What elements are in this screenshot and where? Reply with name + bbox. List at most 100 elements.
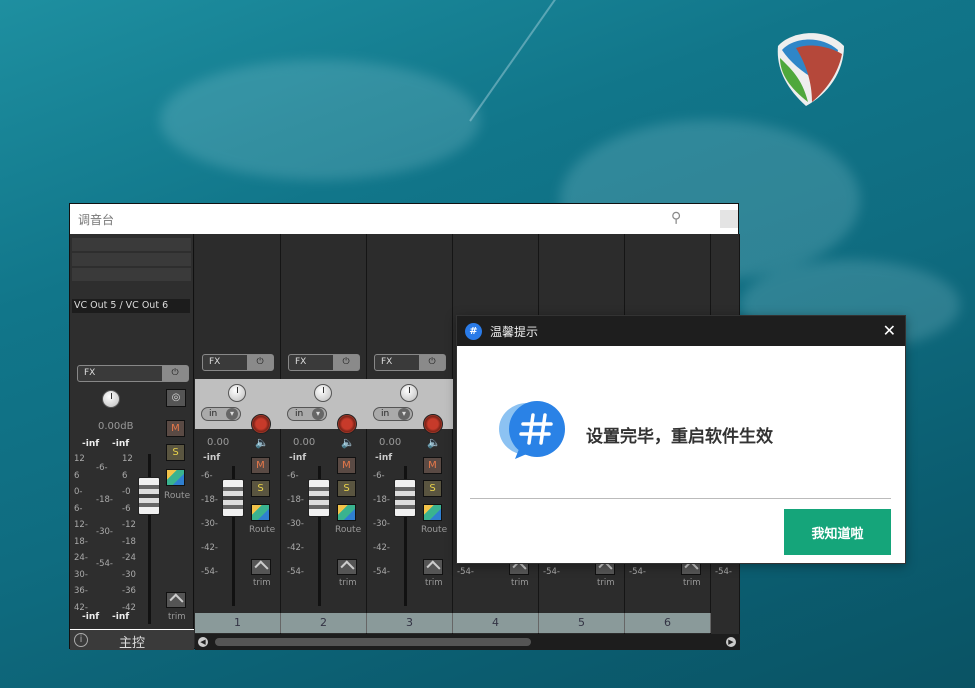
master-footer: i 主控 [70, 629, 194, 651]
bg-streak [469, 0, 557, 122]
dialog-titlebar: # 温馨提示 ✕ [457, 316, 905, 346]
record-arm-button[interactable] [251, 414, 271, 434]
track-fader[interactable] [308, 479, 330, 517]
power-icon[interactable]: ⏻ [333, 355, 359, 370]
horizontal-scrollbar[interactable]: ◀ ▶ [195, 634, 740, 650]
record-arm-button[interactable] [337, 414, 357, 434]
dialog-ok-button[interactable]: 我知道啦 [784, 509, 891, 555]
track-fader[interactable] [394, 479, 416, 517]
track-route-button[interactable] [251, 504, 270, 521]
track-strip-3: FX ⏻ in 0.00 🔈 -inf -6- -18- -30- -42- -5… [367, 234, 453, 634]
track-peak: -inf [289, 453, 307, 463]
master-fx-label: FX [84, 368, 96, 378]
reaper-logo-icon [777, 33, 844, 106]
track-fx-button[interactable]: FX ⏻ [288, 354, 360, 371]
master-scale-left: 12 6 0- 6- 12- 18- 24- 30- 36- 42- [74, 454, 88, 613]
track-db-readout: 0.00 [293, 437, 316, 448]
track-strip-2: FX ⏻ in 0.00 🔈 -inf -6- -18- -30- -42- -5… [281, 234, 367, 634]
track-input-select[interactable]: in [287, 407, 327, 421]
fx-label: FX [381, 357, 393, 367]
track-mute-button[interactable]: M [251, 457, 270, 474]
track-solo-button[interactable]: S [337, 480, 356, 497]
track-fx-button[interactable]: FX ⏻ [202, 354, 274, 371]
track-scale-partial: -54- [543, 567, 560, 577]
track-pan-knob[interactable] [228, 384, 246, 402]
track-db-readout: 0.00 [379, 437, 402, 448]
track-trim-button[interactable] [337, 559, 357, 575]
master-trim-button[interactable] [166, 592, 186, 608]
notice-dialog: # 温馨提示 ✕ 设置完毕，重启软件生效 我知道啦 [456, 315, 906, 564]
master-io-label[interactable]: VC Out 5 / VC Out 6 [72, 299, 190, 313]
track-input-select[interactable]: in [373, 407, 413, 421]
speaker-icon[interactable]: 🔈 [427, 436, 441, 449]
scroll-left-icon[interactable]: ◀ [198, 637, 208, 647]
dialog-close-button[interactable]: ✕ [883, 321, 896, 340]
track-solo-button[interactable]: S [423, 480, 442, 497]
track-number-2[interactable]: 2 [281, 613, 367, 633]
track-fader[interactable] [222, 479, 244, 517]
track-number-4[interactable]: 4 [453, 613, 539, 633]
master-route-label: Route [164, 491, 191, 501]
master-peak-right: -inf [112, 439, 130, 449]
master-inf-bottom-left: -inf [82, 612, 100, 622]
track-pan-knob[interactable] [314, 384, 332, 402]
master-pan-knob[interactable] [102, 390, 120, 408]
track-number-3[interactable]: 3 [367, 613, 453, 633]
master-strip: VC Out 5 / VC Out 6 FX ⏻ ◎ 0.00dB -inf -i… [70, 234, 194, 651]
track-strip-1: FX ⏻ in 0.00 🔈 -inf -6- -18- -30- -42- -5… [195, 234, 281, 634]
track-number-5[interactable]: 5 [539, 613, 625, 633]
master-db-readout: 0.00dB [98, 421, 134, 432]
power-icon[interactable]: ⏻ [162, 366, 188, 381]
track-scale: -6- -18- -30- -42- -54- [287, 471, 304, 577]
track-trim-label: trim [339, 578, 357, 588]
master-peak-left: -inf [82, 439, 100, 449]
track-trim-label: trim [253, 578, 271, 588]
master-mute-button[interactable]: M [166, 420, 185, 437]
track-fx-button[interactable]: FX ⏻ [374, 354, 446, 371]
track-input-select[interactable]: in [201, 407, 241, 421]
master-scale-right: 12 6 -0 -6 -12 -18 -24 -30 -36 -42 [122, 454, 136, 613]
track-mute-button[interactable]: M [337, 457, 356, 474]
track-peak: -inf [203, 453, 221, 463]
track-trim-label: trim [425, 578, 443, 588]
track-number-6[interactable]: 6 [625, 613, 711, 633]
track-number-1[interactable]: 1 [195, 613, 281, 633]
track-trim-label: trim [597, 578, 615, 588]
master-trim-label: trim [168, 612, 186, 622]
bg-ripple [160, 60, 480, 180]
track-pan-knob[interactable] [400, 384, 418, 402]
master-route-button[interactable] [166, 469, 185, 486]
master-scale-mid: -6- -18- -30- -54- [96, 463, 113, 569]
dialog-divider [470, 498, 891, 499]
track-trim-button[interactable] [423, 559, 443, 575]
power-icon[interactable]: ⏻ [247, 355, 273, 370]
track-scale: -6- -18- -30- -42- -54- [373, 471, 390, 577]
mixer-close-button[interactable] [720, 210, 738, 228]
speaker-icon[interactable]: 🔈 [255, 436, 269, 449]
master-fx-button[interactable]: FX ⏻ [77, 365, 189, 382]
track-scale-partial: -54- [715, 567, 732, 577]
master-mono-button[interactable]: ◎ [166, 389, 186, 407]
track-route-label: Route [249, 525, 276, 535]
master-label: 主控 [118, 636, 145, 651]
master-fader[interactable] [138, 477, 160, 515]
track-scale: -6- -18- -30- -42- -54- [201, 471, 218, 577]
speaker-icon[interactable]: 🔈 [341, 436, 355, 449]
record-arm-button[interactable] [423, 414, 443, 434]
scroll-right-icon[interactable]: ▶ [726, 637, 736, 647]
track-trim-label: trim [511, 578, 529, 588]
track-solo-button[interactable]: S [251, 480, 270, 497]
track-trim-button[interactable] [251, 559, 271, 575]
track-peak: -inf [375, 453, 393, 463]
track-mute-button[interactable]: M [423, 457, 442, 474]
chat-hashtag-icon [499, 401, 565, 459]
power-icon[interactable]: ⏻ [419, 355, 445, 370]
track-route-button[interactable] [337, 504, 356, 521]
pin-icon[interactable]: ⚲ [671, 210, 681, 226]
track-db-readout: 0.00 [207, 437, 230, 448]
track-route-button[interactable] [423, 504, 442, 521]
master-solo-button[interactable]: S [166, 444, 185, 461]
mixer-titlebar: 调音台 ⚲ [70, 204, 738, 234]
scroll-thumb[interactable] [215, 638, 531, 646]
mixer-title: 调音台 [78, 212, 115, 227]
